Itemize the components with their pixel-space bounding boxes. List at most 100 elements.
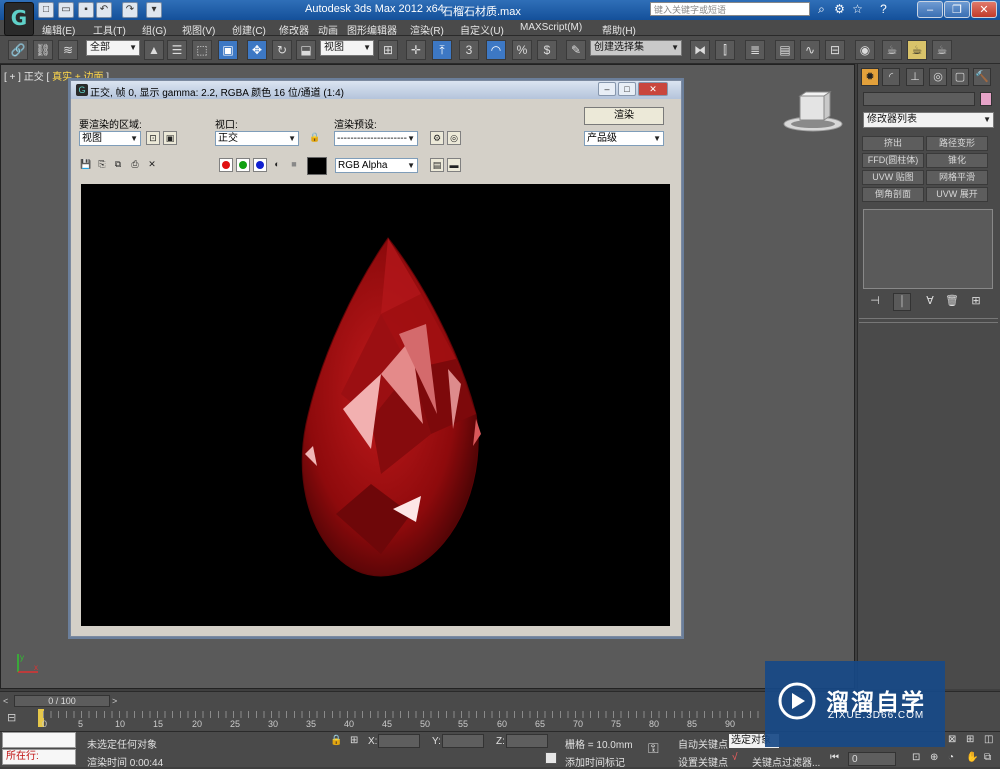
select-rotate-icon[interactable]: ↻ [272,40,292,60]
environment-effects-icon[interactable]: ◎ [447,131,461,145]
menu-animation[interactable]: 动画 [318,22,338,37]
menu-help[interactable]: 帮助(H) [602,22,636,37]
layer-manager-icon[interactable]: ≣ [745,40,765,60]
select-scale-icon[interactable]: ⬓ [296,40,316,60]
absolute-mode-icon[interactable]: ⊞ [350,735,358,746]
spinner-snap-icon[interactable]: $ [537,40,557,60]
modifier-button-path-deform[interactable]: 路径变形 [926,136,988,151]
configure-modifier-sets-icon[interactable]: ⊞ [967,293,985,311]
add-time-tag[interactable]: 添加时间标记 [565,754,625,769]
clear-image-icon[interactable]: ✕ [145,158,159,172]
render-button[interactable]: 渲染 [584,107,664,125]
red-channel-toggle[interactable] [219,158,233,172]
mini-curve-editor-icon[interactable]: ⊟ [7,711,25,727]
align-icon[interactable]: ⫿ [715,40,735,60]
quick-access-dropdown-icon[interactable]: ▾ [146,2,162,18]
window-crossing-icon[interactable]: ▣ [218,40,238,60]
orbit-icon[interactable]: ◔ [948,752,954,763]
time-slider-next-icon[interactable]: > [112,695,122,707]
infocenter-icon[interactable]: ⚙ [832,2,847,17]
y-coordinate-field[interactable] [442,734,484,748]
zoom-extents-icon[interactable]: ⊡ [912,752,920,763]
display-tab-icon[interactable]: ▢ [951,68,969,86]
angle-snap-icon[interactable]: ◠ [486,40,506,60]
render-preset-dropdown[interactable]: --------------------- [334,131,418,146]
modifier-button-extrude[interactable]: 挤出 [862,136,924,151]
bind-space-warp-icon[interactable]: ≋ [58,40,78,60]
snaps-toggle-icon[interactable]: 3 [459,40,479,60]
display-channel-dropdown[interactable]: RGB Alpha [335,158,418,173]
copy-image-icon[interactable]: ⎘ [95,158,109,172]
edit-region-icon[interactable]: ⊡ [146,131,160,145]
menu-maxscript[interactable]: MAXScript(M) [520,22,582,33]
menu-group[interactable]: 组(G) [142,22,166,37]
menu-graph-editors[interactable]: 图形编辑器 [347,22,397,37]
blue-channel-toggle[interactable] [253,158,267,172]
pin-stack-icon[interactable]: ⊣ [866,293,884,311]
select-by-name-icon[interactable]: ☰ [167,40,187,60]
save-file-icon[interactable]: ▪ [78,2,94,18]
help-icon[interactable]: ? [876,2,891,17]
close-button[interactable]: ✕ [971,1,997,18]
render-window-maximize-button[interactable]: □ [618,82,636,96]
z-coordinate-field[interactable] [506,734,548,748]
zoom-icon[interactable]: ⊠ [948,734,956,745]
render-production-icon[interactable]: ☕ [932,40,952,60]
menu-edit[interactable]: 编辑(E) [42,22,75,37]
select-manipulate-icon[interactable]: ✛ [406,40,426,60]
menu-rendering[interactable]: 渲染(R) [410,22,444,37]
unlink-icon[interactable]: ⛓ [33,40,53,60]
save-image-icon[interactable]: 💾 [79,158,93,172]
auto-region-icon[interactable]: ▣ [163,131,177,145]
minimize-button[interactable]: – [917,1,943,18]
object-name-field[interactable] [863,92,975,106]
render-window-minimize-button[interactable]: – [598,82,616,96]
hierarchy-tab-icon[interactable]: ⊥ [906,68,924,86]
time-tag-icon[interactable] [545,752,557,764]
toggle-ui-icon[interactable]: ▬ [447,158,461,172]
material-editor-icon[interactable]: ◉ [855,40,875,60]
print-image-icon[interactable]: ⎙ [128,158,142,172]
app-logo-icon[interactable]: G [4,2,34,36]
make-unique-icon[interactable]: ∀ [921,293,939,311]
new-file-icon[interactable]: □ [38,2,54,18]
render-setup-small-icon[interactable]: ⚙ [430,131,444,145]
redo-icon[interactable]: ↷ [122,2,138,18]
edit-named-selection-icon[interactable]: ✎ [566,40,586,60]
viewcube-icon[interactable] [782,90,844,134]
utilities-tab-icon[interactable]: 🔨 [973,68,991,86]
menu-create[interactable]: 创建(C) [232,22,266,37]
auto-key-button[interactable]: 自动关键点 [678,736,728,751]
modifier-button-meshsmooth[interactable]: 网格平滑 [926,170,988,185]
menu-customize[interactable]: 自定义(U) [460,22,504,37]
create-tab-icon[interactable]: ✹ [861,68,879,86]
object-color-swatch[interactable] [980,92,992,106]
modifier-button-bevel-profile[interactable]: 倒角剖面 [862,187,924,202]
restore-button[interactable]: ❐ [944,1,970,18]
favorites-star-icon[interactable]: ☆ [850,2,865,17]
keyboard-shortcut-override-icon[interactable]: ⤒ [432,40,452,60]
select-object-icon[interactable]: ▲ [144,40,164,60]
percent-snap-icon[interactable]: % [512,40,532,60]
selection-filter-dropdown[interactable]: 全部 [86,40,140,56]
modify-tab-icon[interactable]: ◜ [882,68,900,86]
clone-window-icon[interactable]: ⧉ [111,158,125,172]
set-key-mode-icon[interactable]: ⚿ [648,740,659,757]
motion-tab-icon[interactable]: ◎ [929,68,947,86]
color-swatch[interactable] [307,157,327,175]
modifier-list-dropdown[interactable]: 修改器列表 [863,112,994,128]
go-to-start-icon[interactable]: ⏮ [830,752,839,763]
current-frame-field[interactable]: 0 [848,752,896,766]
maxscript-listener-mini[interactable] [2,732,76,748]
curve-editor-icon[interactable]: ∿ [800,40,820,60]
mirror-icon[interactable]: ⧓ [690,40,710,60]
graphite-ribbon-icon[interactable]: ▤ [775,40,795,60]
modifier-button-ffd-cyl[interactable]: FFD(圆柱体) [862,153,924,168]
alpha-channel-toggle[interactable]: ◐ [270,158,284,172]
field-of-view-icon[interactable]: ◫ [984,734,993,745]
undo-icon[interactable]: ↶ [96,2,112,18]
lock-viewport-icon[interactable]: 🔒 [308,131,322,145]
zoom-region-icon[interactable]: ⊞ [966,734,974,745]
running-label[interactable]: 所在行: [2,749,76,765]
area-to-render-dropdown[interactable]: 视图 [79,131,141,146]
